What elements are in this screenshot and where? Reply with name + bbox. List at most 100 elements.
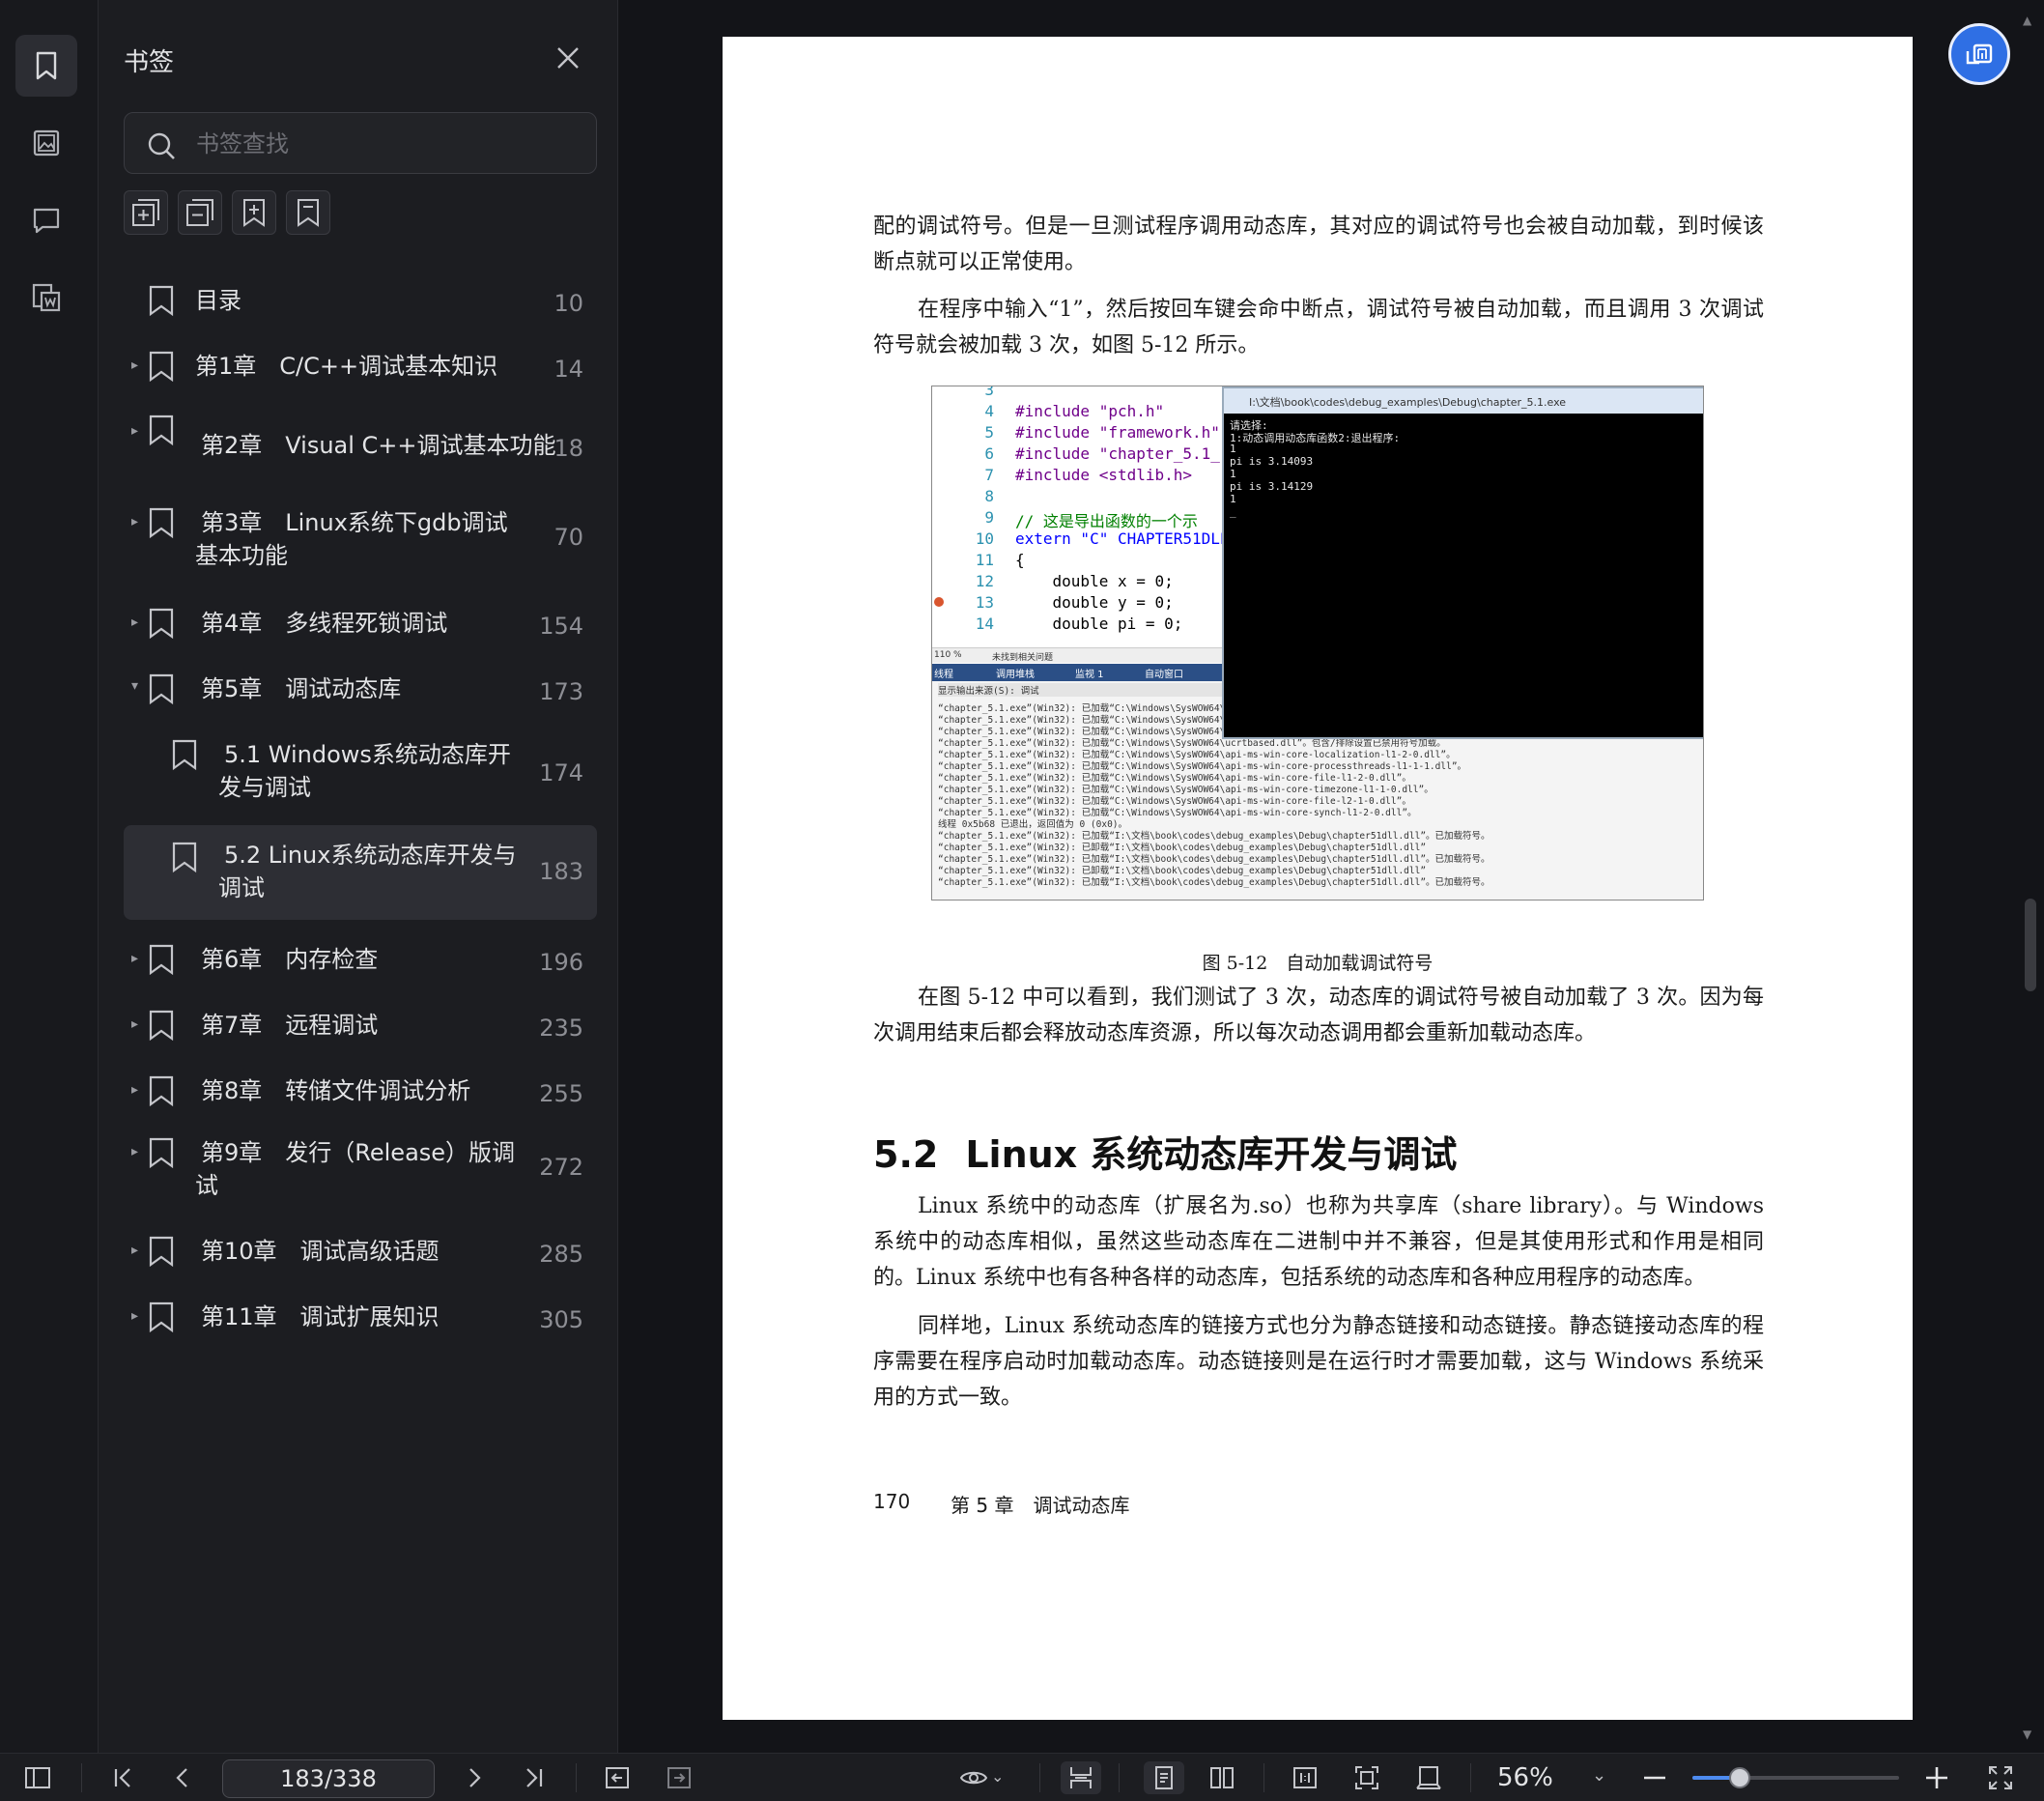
forward-icon [667,1767,691,1788]
bookmark-item[interactable]: ▾ 第5章 调试动态库 173 [124,665,597,715]
fit-page-button[interactable] [1350,1761,1383,1794]
bookmark-item[interactable]: ▸ 第8章 转储文件调试分析 255 [124,1067,597,1117]
bookmark-icon [149,351,174,383]
view-mode-button[interactable] [951,1761,997,1794]
bookmark-item[interactable]: 5.1 Windows系统动态库开发与调试 174 [124,730,597,812]
bookmark-label: 第10章 调试高级话题 [201,1238,440,1265]
expander-arrow: ▸ [131,1016,139,1032]
console-line: 1:动态调用动态库函数2:退出程序: [1230,432,1401,444]
forward-button[interactable] [663,1761,696,1794]
expander-arrow: ▸ [131,1308,139,1324]
expander-arrow: ▸ [131,1082,139,1098]
section-title: Linux 系统动态库开发与调试 [965,1133,1458,1176]
expander-arrow: ▸ [131,951,139,966]
chevron-down-icon[interactable]: ⌄ [991,1767,1004,1786]
bookmark-item[interactable]: ▸ 第7章 远程调试 235 [124,1001,597,1051]
add-bookmark-button[interactable] [232,190,276,235]
document-viewport[interactable]: 配的调试符号。但是一旦测试程序调用动态库，其对应的调试符号也会被自动加载，到时候… [619,0,2044,1753]
close-icon[interactable] [554,44,582,71]
bookmark-item[interactable]: ▸ 第9章 发行（Release）版调试 272 [124,1130,597,1214]
editor-status-strip: 110 % 未找到相关问题 [932,647,1222,663]
single-page-button[interactable] [1144,1761,1184,1794]
collapse-all-icon [186,199,213,226]
translate-button[interactable] [1948,23,2010,85]
bookmark-icon [149,608,174,640]
separator [1263,1763,1264,1792]
prev-page-button[interactable] [166,1761,199,1794]
scroll-up-arrow[interactable]: ▲ [2023,14,2031,27]
bookmark-item[interactable]: ▸ 第10章 调试高级话题 285 [124,1227,597,1277]
code-line: #include "pch.h" [1015,402,1165,420]
last-page-button[interactable] [518,1761,551,1794]
zoom-dropdown-icon[interactable]: ⌄ [1592,1765,1606,1786]
rail-comment-button[interactable] [15,189,77,251]
bookmark-item[interactable]: ▸ 第3章 Linux系统下gdb调试基本功能 70 [124,502,597,584]
bookmark-item[interactable]: ▸ 第4章 多线程死锁调试 154 [124,599,597,649]
bookmark-label: 第2章 Visual C++调试基本功能 [201,432,556,459]
zoom-in-button[interactable] [1920,1761,1953,1794]
fullscreen-button[interactable] [1984,1761,2017,1794]
fullscreen-icon [1989,1766,2012,1789]
expander-arrow: ▸ [131,1144,139,1159]
bookmark-label: 第8章 转储文件调试分析 [201,1077,471,1104]
expand-all-button[interactable] [124,190,168,235]
bookmark-item[interactable]: ▸ 第6章 内存检查 196 [124,935,597,986]
console-line: pi is 3.14129 [1230,480,1314,493]
bookmark-item[interactable]: ▸ 第2章 Visual C++调试基本功能 18 [124,408,597,483]
expander-arrow: ▸ [131,357,139,373]
vertical-scrollbar[interactable] [2025,899,2036,991]
bookmark-search-input[interactable] [196,125,582,163]
bookmark-item[interactable]: 目录 10 [124,276,597,327]
first-page-button[interactable] [106,1761,139,1794]
rail-outline-button[interactable] [15,267,77,329]
paragraph: 同样地，Linux 系统动态库的链接方式也分为静态链接和动态链接。静态链接动态库… [873,1314,1764,1410]
bookmark-item[interactable]: ▸ 第11章 调试扩展知识 305 [124,1293,597,1343]
bookmark-item-selected[interactable]: 5.2 Linux系统动态库开发与调试 183 [124,825,597,920]
expander-arrow: ▸ [131,514,139,529]
bookmark-icon [149,1301,174,1333]
separator [81,1763,82,1792]
line-number: 9 [984,508,994,527]
collapse-all-button[interactable] [178,190,222,235]
bookmark-page: 272 [539,1154,583,1181]
back-button[interactable] [601,1761,634,1794]
debug-tab: 线程 [934,670,953,680]
rail-bookmark-button[interactable] [15,35,77,97]
page-number-input[interactable] [222,1759,435,1798]
bookmark-current-button[interactable] [286,190,330,235]
expander-arrow: ▸ [131,1243,139,1258]
next-page-button[interactable] [458,1761,491,1794]
bookmark-page: 255 [539,1080,583,1107]
zoom-slider-handle[interactable] [1729,1767,1751,1788]
fit-width-button[interactable] [1061,1761,1101,1794]
pdf-reader-app: 书签 目录 10 ▸ [0,0,2044,1801]
two-page-button[interactable] [1206,1761,1238,1794]
paragraph: 配的调试符号。但是一旦测试程序调用动态库，其对应的调试符号也会被自动加载，到时候… [873,214,1764,274]
debug-tab: 监视 1 [1075,670,1104,680]
rail-thumbnail-button[interactable] [15,112,77,174]
bottom-toolbar: ⌄ 56% ⌄ [0,1753,2044,1801]
bookmark-label: 5.2 Linux系统动态库开发与调试 [218,842,517,901]
zoom-level[interactable]: 56% [1497,1763,1553,1792]
bookmark-item[interactable]: ▸ 第1章 C/C++调试基本知识 14 [124,342,597,392]
code-line: // 这是导出函数的一个示 [1015,512,1198,530]
console-line: 1 [1230,468,1236,480]
fit-width-icon [1070,1767,1092,1788]
debug-tab: 调用堆栈 [996,670,1035,680]
actual-size-button[interactable] [1289,1761,1321,1794]
paragraph: 在程序中输入“1”，然后按回车键会命中断点，调试符号被自动加载，而且调用 3 次… [873,298,1764,357]
separator [1039,1763,1040,1792]
scroll-down-arrow[interactable]: ▼ [2023,1728,2031,1741]
zoom-out-button[interactable] [1638,1761,1671,1794]
toggle-sidebar-button[interactable] [21,1761,54,1794]
rotate-button[interactable] [1412,1761,1445,1794]
line-number: 14 [975,615,994,633]
expander-arrow: ▸ [131,423,139,439]
eye-icon [959,1771,988,1785]
expander-arrow[interactable]: ▾ [131,678,138,694]
console-titlebar: I:\文档\book\codes\debug_examples\Debug\ch… [1224,388,1703,414]
actual-size-icon [1293,1767,1317,1788]
console-window: I:\文档\book\codes\debug_examples\Debug\ch… [1222,386,1703,739]
bookmark-page: 305 [539,1306,583,1333]
comment-icon [33,208,60,234]
